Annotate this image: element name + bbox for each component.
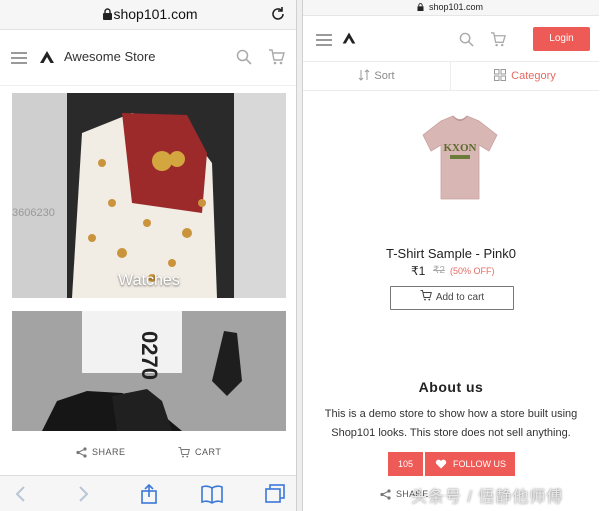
- cart-label: CART: [195, 447, 222, 457]
- product-mrp: ₹2: [433, 265, 445, 276]
- category-photo: 3606230: [12, 93, 286, 298]
- category-tab[interactable]: Category: [451, 62, 599, 90]
- category-label: Watches: [118, 272, 180, 289]
- product-discount: (50% OFF): [450, 266, 495, 276]
- hamburger-icon[interactable]: [11, 52, 27, 64]
- url-text: shop101.com: [113, 6, 198, 22]
- sort-icon: [359, 69, 370, 81]
- share-sheet-icon[interactable]: [138, 484, 160, 504]
- category-tile-watches[interactable]: 3606230 Watches: [12, 93, 286, 298]
- search-icon[interactable]: [236, 49, 252, 65]
- left-phone-screen: shop101.com Awesome Store 3606230 Watche…: [0, 0, 297, 511]
- hamburger-icon[interactable]: [316, 34, 332, 46]
- cart-icon[interactable]: [268, 49, 285, 65]
- sort-tab[interactable]: Sort: [303, 62, 451, 90]
- bookmarks-icon[interactable]: [201, 484, 223, 504]
- sort-label: Sort: [374, 70, 395, 82]
- add-to-cart-label: Add to cart: [435, 292, 485, 303]
- login-button[interactable]: Login: [533, 27, 590, 51]
- category-tile-shoes[interactable]: 0270: [12, 311, 286, 431]
- forward-icon[interactable]: [72, 484, 94, 504]
- background-number-text: 3606230: [12, 207, 55, 219]
- safari-address-bar[interactable]: shop101.com: [0, 0, 296, 30]
- product-name[interactable]: T-Shirt Sample - Pink0: [303, 246, 599, 261]
- url-text: shop101.com: [428, 2, 484, 12]
- shoe-box-text: 0270: [137, 331, 162, 380]
- watermark-text: 头条号 / 悟静他师傅: [411, 489, 564, 506]
- sort-category-bar: Sort Category: [303, 61, 599, 91]
- share-icon: [76, 447, 87, 458]
- tabs-icon[interactable]: [264, 484, 286, 504]
- category-photo: 0270: [12, 311, 286, 431]
- tshirt-photo: KXON: [407, 99, 513, 235]
- category-label: Category: [511, 70, 556, 82]
- cart-icon[interactable]: [490, 32, 506, 47]
- store-logo-icon[interactable]: [339, 28, 359, 48]
- cart-icon: [178, 447, 190, 458]
- about-title: About us: [418, 379, 484, 395]
- reload-icon[interactable]: [269, 5, 287, 23]
- grid-icon: [494, 69, 507, 81]
- share-icon: [380, 489, 391, 500]
- cart-icon: [420, 290, 432, 301]
- search-icon[interactable]: [459, 32, 474, 47]
- add-to-cart-button[interactable]: Add to cart: [390, 286, 514, 310]
- right-phone-screen: shop101.com Login Sort Category KXON T-S…: [302, 0, 600, 511]
- share-button[interactable]: SHARE: [76, 447, 126, 458]
- share-label: SHARE: [92, 447, 126, 457]
- store-logo-icon[interactable]: [36, 46, 58, 68]
- product-image[interactable]: KXON: [407, 99, 513, 235]
- store-name[interactable]: Awesome Store: [64, 49, 156, 64]
- follower-count: 105: [388, 452, 424, 476]
- back-icon[interactable]: [10, 484, 32, 504]
- product-price: ₹1: [411, 264, 426, 278]
- post-actions-bar: [0, 438, 296, 472]
- safari-address-bar[interactable]: shop101.com: [303, 0, 599, 16]
- tshirt-print-text: KXON: [444, 142, 477, 154]
- heart-icon: [435, 459, 447, 469]
- about-text: This is a demo store to show how a store…: [324, 408, 578, 439]
- cart-button[interactable]: CART: [178, 447, 221, 458]
